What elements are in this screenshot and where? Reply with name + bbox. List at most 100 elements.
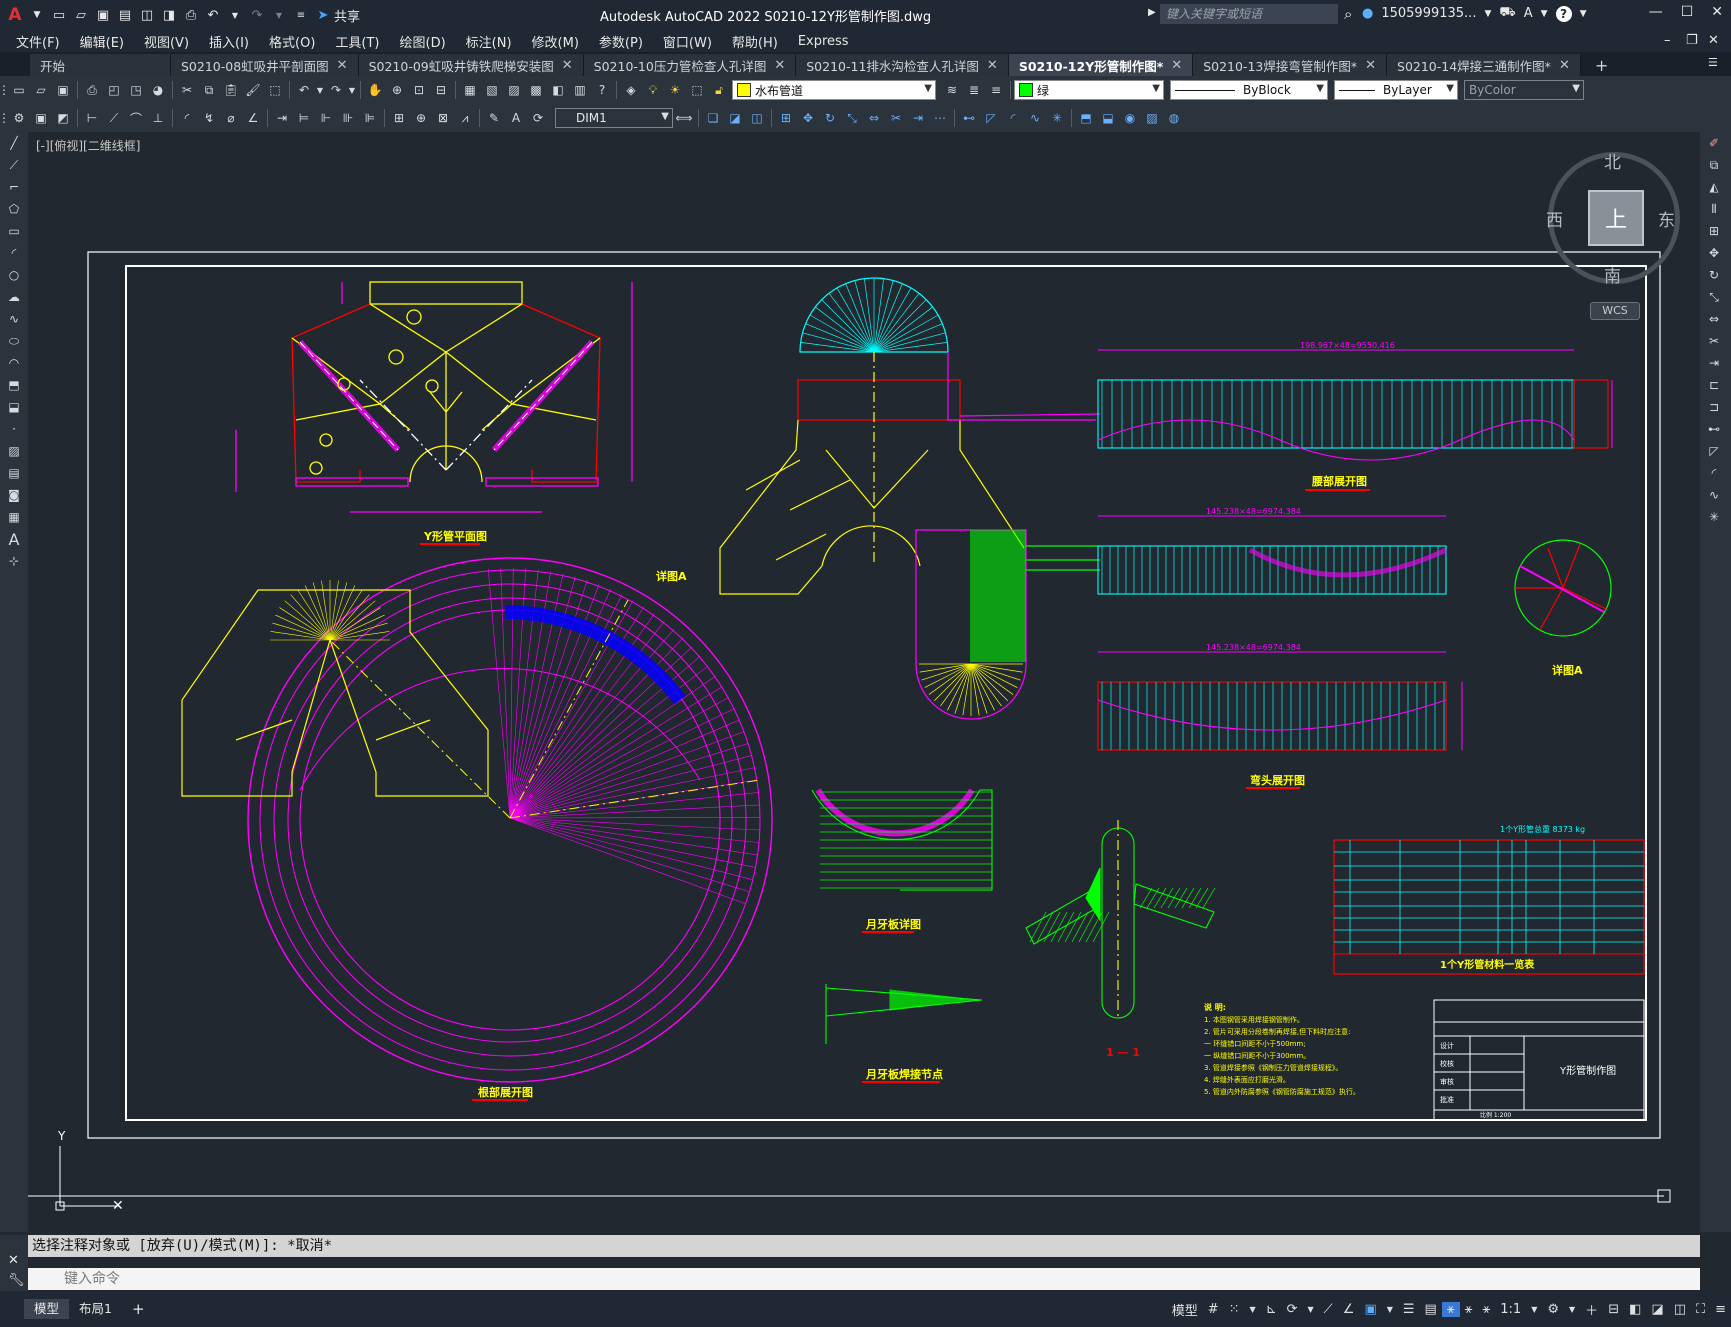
tab-close-icon[interactable]: ✕ <box>1171 58 1182 73</box>
break-point-icon[interactable]: ⊏ <box>1703 374 1725 396</box>
stretch-icon[interactable]: ⇔ <box>1703 308 1725 330</box>
model-tab[interactable]: 模型 <box>24 1299 70 1319</box>
scale-icon[interactable]: ⤡ <box>842 108 862 128</box>
viewcube-east[interactable]: 东 <box>1658 206 1675 231</box>
dim-baseline-icon[interactable]: ⊨ <box>294 108 314 128</box>
quickcalc-icon[interactable]: ▥ <box>570 80 590 100</box>
customization-icon[interactable]: ≡ <box>1710 1302 1731 1317</box>
search-expand-icon[interactable]: ▶ <box>1148 7 1156 18</box>
viewcube-west[interactable]: 西 <box>1546 206 1563 231</box>
help-icon[interactable]: ? <box>592 80 612 100</box>
workspace-dropdown-icon[interactable]: ▼ <box>1564 1305 1580 1314</box>
chamfer-icon[interactable]: ◸ <box>1703 440 1725 462</box>
workspace-settings-icon[interactable]: ◩ <box>53 108 73 128</box>
undo-dropdown-icon[interactable]: ▼ <box>316 80 324 100</box>
snap-icon[interactable]: ⁙ <box>1224 1302 1245 1317</box>
undo-dropdown-icon[interactable]: ▼ <box>226 6 244 24</box>
user-dropdown-icon[interactable]: ▼ <box>1484 9 1491 19</box>
zoom-realtime-icon[interactable]: ⊕ <box>387 80 407 100</box>
help-icon[interactable]: ? <box>1555 5 1572 22</box>
menu-dimension[interactable]: 标注(N) <box>456 32 522 51</box>
tab-s0210-12[interactable]: S0210-12Y形管制作图* ✕ <box>1008 54 1194 76</box>
dim-edit-icon[interactable]: ✎ <box>484 108 504 128</box>
scale-dropdown-icon[interactable]: ▼ <box>1526 1305 1542 1314</box>
layer-freeze-icon[interactable]: ☀ <box>665 80 685 100</box>
a360-dropdown-icon[interactable]: ▼ <box>1541 9 1548 19</box>
user-icon[interactable]: ● <box>1362 6 1373 21</box>
layer-states-icon[interactable]: ≡ <box>986 80 1006 100</box>
tolerance-icon[interactable]: ⊞ <box>389 108 409 128</box>
dim-update-icon[interactable]: ⟳ <box>528 108 548 128</box>
offset-icon[interactable]: ◫ <box>747 108 767 128</box>
dim-ordinate-icon[interactable]: ⊥ <box>148 108 168 128</box>
cut-icon[interactable]: ✂ <box>177 80 197 100</box>
layer-properties-icon[interactable]: ◈ <box>621 80 641 100</box>
tab-close-icon[interactable]: ✕ <box>1559 58 1570 73</box>
plot-icon[interactable]: ⎙ <box>82 80 102 100</box>
search-icon[interactable]: ⌕ <box>1344 5 1352 23</box>
dimstyle-combo[interactable]: DIM1 ▼ <box>555 108 673 128</box>
scale-label[interactable]: 1:1 <box>1495 1302 1526 1317</box>
menu-window[interactable]: 窗口(W) <box>653 32 722 51</box>
tab-list-icon[interactable]: ☰ <box>1708 56 1718 69</box>
save-web-icon[interactable]: ◨ <box>160 6 178 24</box>
mirror-icon[interactable]: ◪ <box>725 108 745 128</box>
model-space-button[interactable]: 模型 <box>1167 1300 1203 1319</box>
design-center-icon[interactable]: ▧ <box>482 80 502 100</box>
region-icon[interactable]: ◍ <box>1164 108 1184 128</box>
menu-view[interactable]: 视图(V) <box>134 32 199 51</box>
tab-s0210-09[interactable]: S0210-09虹吸井铸铁爬梯安装图 ✕ <box>358 54 584 76</box>
array-icon[interactable]: ⊞ <box>1703 220 1725 242</box>
menu-parametric[interactable]: 参数(P) <box>589 32 653 51</box>
doc-restore-icon[interactable]: ❐ <box>1686 33 1698 48</box>
viewcube-north[interactable]: 北 <box>1604 148 1621 173</box>
tab-s0210-13[interactable]: S0210-13焊接弯管制作图* ✕ <box>1193 54 1388 76</box>
menu-insert[interactable]: 插入(I) <box>199 32 259 51</box>
osnap-tracking-icon[interactable]: ∠ <box>1338 1302 1360 1317</box>
open-file-icon[interactable]: ▱ <box>72 6 90 24</box>
properties-icon[interactable]: ▦ <box>460 80 480 100</box>
redo-dropdown-icon[interactable]: ▼ <box>270 6 288 24</box>
join-icon[interactable]: ⊷ <box>1703 418 1725 440</box>
dim-aligned-icon[interactable]: ⟋ <box>104 108 124 128</box>
autocad-logo-icon[interactable]: A <box>6 5 24 25</box>
copy-object-icon[interactable]: ❏ <box>703 108 723 128</box>
insert-block-icon[interactable]: ⬒ <box>3 374 25 396</box>
ortho-icon[interactable]: ⊾ <box>1261 1302 1282 1317</box>
plotstyle-combo[interactable]: ByColor ▼ <box>1464 80 1584 100</box>
fillet-icon[interactable]: ◜ <box>1703 462 1725 484</box>
pan-icon[interactable]: ✋ <box>365 80 385 100</box>
make-block-icon[interactable]: ⬓ <box>3 396 25 418</box>
layer-on-icon[interactable]: 💡︎ <box>643 80 663 100</box>
dim-linear-icon[interactable]: ⊢ <box>82 108 102 128</box>
open-icon[interactable]: ▱ <box>31 80 51 100</box>
polar-icon[interactable]: ⟳ <box>1282 1302 1303 1317</box>
ellipse-icon[interactable]: ⬭ <box>3 330 25 352</box>
chamfer-icon[interactable]: ◸ <box>981 108 1001 128</box>
cart-icon[interactable]: ⛟ <box>1499 5 1515 22</box>
units-icon[interactable]: ⊟ <box>1603 1302 1624 1317</box>
workspace-icon[interactable]: ⚙ <box>9 108 29 128</box>
layer-lock-icon[interactable]: 🔓︎ <box>709 80 729 100</box>
region-icon[interactable]: ◙ <box>3 484 25 506</box>
point-icon[interactable]: ◉ <box>1120 108 1140 128</box>
minimize-icon[interactable]: — <box>1649 4 1663 20</box>
explode-icon[interactable]: ✳ <box>1047 108 1067 128</box>
dim-diameter-icon[interactable]: ⌀ <box>221 108 241 128</box>
fillet-icon[interactable]: ◜ <box>1003 108 1023 128</box>
join-icon[interactable]: ⊷ <box>959 108 979 128</box>
command-input[interactable]: 键入命令 <box>28 1268 1700 1290</box>
tab-close-icon[interactable]: ✕ <box>562 58 573 73</box>
spline-icon[interactable]: ∿ <box>3 308 25 330</box>
undo-icon[interactable]: ↶ <box>204 6 222 24</box>
osnap-dropdown-icon[interactable]: ▼ <box>1382 1305 1398 1314</box>
break-icon[interactable]: ⊐ <box>1703 396 1725 418</box>
lock-ui-icon[interactable]: ◪ <box>1646 1302 1668 1317</box>
3d-print-icon[interactable]: ◕ <box>148 80 168 100</box>
viewcube-top-face[interactable]: 上 <box>1588 190 1644 246</box>
lineweight-combo[interactable]: ByLayer ▼ <box>1334 80 1458 100</box>
redo-dropdown-icon[interactable]: ▼ <box>348 80 356 100</box>
menu-help[interactable]: 帮助(H) <box>722 32 788 51</box>
offset-icon[interactable]: ⫴ <box>1703 198 1725 220</box>
dim-angular-icon[interactable]: ∠ <box>243 108 263 128</box>
